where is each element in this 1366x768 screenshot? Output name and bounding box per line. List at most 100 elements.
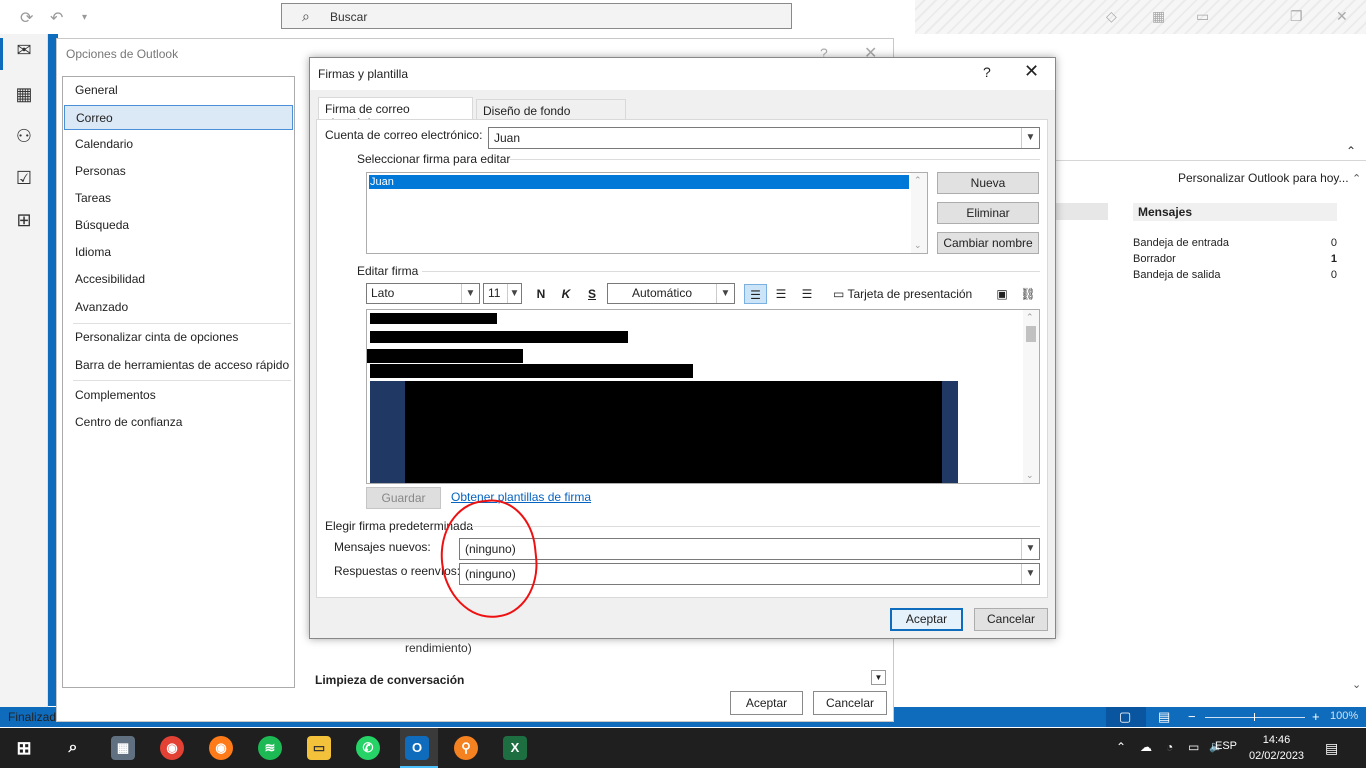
nav-item-busqueda[interactable]: Búsqueda: [64, 213, 293, 238]
nav-separator: [73, 323, 291, 324]
apps-icon[interactable]: ⊞: [10, 210, 38, 238]
quick-access-dropdown-icon[interactable]: ▾: [82, 12, 87, 23]
tab-firma-correo[interactable]: Firma de correo electrónico: [318, 97, 473, 130]
scroll-up-icon[interactable]: ⌃: [1352, 172, 1361, 185]
align-center-icon[interactable]: ☰: [771, 284, 791, 304]
options-ok-button[interactable]: Aceptar: [730, 691, 803, 715]
nav-item-correo[interactable]: Correo: [64, 105, 293, 130]
tasks-icon[interactable]: ☑: [10, 168, 38, 196]
outlook-icon[interactable]: O: [405, 736, 429, 760]
people-icon[interactable]: ⚇: [10, 126, 38, 154]
font-select[interactable]: Lato ▼: [366, 283, 480, 304]
file-explorer-icon[interactable]: ▭: [307, 736, 331, 760]
underline-button[interactable]: S: [583, 284, 601, 304]
search-app-icon[interactable]: ⚲: [454, 736, 478, 760]
new-messages-signature-select[interactable]: (ninguno) ▼: [459, 538, 1040, 560]
nav-item-personalizar-cinta[interactable]: Personalizar cinta de opciones: [64, 325, 293, 350]
nav-item-calendario[interactable]: Calendario: [64, 132, 293, 157]
messages-row-outbox[interactable]: Bandeja de salida 0: [1133, 267, 1337, 283]
editor-scrollbar[interactable]: ⌃ ⌄: [1023, 310, 1039, 483]
options-cancel-button[interactable]: Cancelar: [813, 691, 887, 715]
rename-signature-button[interactable]: Cambiar nombre: [937, 232, 1039, 254]
nav-item-barra-acceso-rapido[interactable]: Barra de herramientas de acceso rápido: [64, 353, 293, 378]
clock[interactable]: 14:46 02/02/2023: [1249, 732, 1304, 764]
nav-item-idioma[interactable]: Idioma: [64, 240, 293, 265]
search-icon[interactable]: ⌕: [61, 736, 85, 760]
signatures-cancel-button[interactable]: Cancelar: [974, 608, 1048, 631]
calculator-icon[interactable]: ▦: [111, 736, 135, 760]
messages-title: Mensajes: [1133, 203, 1337, 221]
scroll-up-icon[interactable]: ⌃: [914, 175, 922, 186]
replies-signature-select[interactable]: (ninguno) ▼: [459, 563, 1040, 585]
align-right-icon[interactable]: ☰: [797, 284, 817, 304]
font-size-select[interactable]: 11 ▼: [483, 283, 522, 304]
scroll-down-icon[interactable]: ⌄: [1352, 678, 1361, 691]
font-color-select[interactable]: Automático ▼: [607, 283, 735, 304]
collapse-ribbon-icon[interactable]: ⌃: [1346, 144, 1356, 158]
chevron-down-icon: ▼: [716, 284, 734, 303]
save-signature-button[interactable]: Guardar: [366, 487, 441, 509]
whatsapp-icon[interactable]: ✆: [356, 736, 380, 760]
messages-row-inbox[interactable]: Bandeja de entrada 0: [1133, 235, 1337, 251]
search-box[interactable]: ⌕ Buscar: [281, 3, 792, 29]
nav-item-general[interactable]: General: [64, 78, 293, 103]
insert-picture-icon[interactable]: ▣: [992, 284, 1012, 304]
zoom-level[interactable]: 100%: [1330, 710, 1358, 722]
insert-hyperlink-icon[interactable]: ⛓: [1018, 284, 1038, 304]
tab-diseno-fondo[interactable]: Diseño de fondo personal: [476, 99, 626, 132]
undo-icon[interactable]: ↶: [50, 8, 63, 28]
nav-item-complementos[interactable]: Complementos: [64, 383, 293, 408]
signatures-ok-button[interactable]: Aceptar: [890, 608, 963, 631]
nav-item-accesibilidad[interactable]: Accesibilidad: [64, 267, 293, 292]
excel-icon[interactable]: X: [503, 736, 527, 760]
delete-signature-button[interactable]: Eliminar: [937, 202, 1039, 224]
scroll-down-icon[interactable]: ⌄: [914, 240, 922, 251]
network-icon[interactable]: ◔: [1166, 740, 1173, 754]
zoom-slider[interactable]: [1205, 717, 1305, 718]
calendar-icon[interactable]: ▦: [10, 84, 38, 112]
zoom-in-icon[interactable]: +: [1312, 709, 1320, 724]
nav-item-tareas[interactable]: Tareas: [64, 186, 293, 211]
account-select[interactable]: Juan ▼: [488, 127, 1040, 149]
zoom-slider-thumb[interactable]: [1254, 713, 1255, 721]
customize-outlook-today-link[interactable]: Personalizar Outlook para hoy...: [1178, 171, 1349, 185]
zoom-out-icon[interactable]: −: [1188, 709, 1196, 724]
spotify-icon[interactable]: ≋: [258, 736, 282, 760]
diamond-icon[interactable]: ◇: [1106, 8, 1117, 25]
close-window-icon[interactable]: ✕: [1336, 8, 1348, 25]
onedrive-icon[interactable]: ☁: [1140, 740, 1152, 754]
list-item[interactable]: Juan: [369, 175, 909, 189]
options-dialog-title: Opciones de Outlook: [66, 47, 179, 61]
signature-list-scrollbar[interactable]: ⌃ ⌄: [911, 173, 927, 253]
signatures-close-icon[interactable]: ✕: [1024, 61, 1039, 82]
nav-item-avanzado[interactable]: Avanzado: [64, 295, 293, 320]
minimize-icon[interactable]: ▭: [1196, 8, 1209, 25]
align-left-icon[interactable]: ☰: [744, 284, 767, 304]
sync-icon[interactable]: ⟳: [20, 8, 33, 28]
bold-button[interactable]: N: [532, 284, 550, 304]
scroll-down-icon[interactable]: ⌄: [1026, 470, 1034, 481]
new-signature-button[interactable]: Nueva: [937, 172, 1039, 194]
notifications-icon[interactable]: ▤: [1325, 740, 1338, 757]
italic-button[interactable]: K: [557, 284, 575, 304]
restore-icon[interactable]: ❐: [1290, 8, 1303, 25]
signature-list[interactable]: Juan ⌃ ⌄: [366, 172, 928, 254]
scroll-up-icon[interactable]: ⌃: [1026, 312, 1034, 323]
mail-icon[interactable]: ✉: [10, 40, 38, 68]
scroll-thumb[interactable]: [1026, 326, 1036, 342]
battery-icon[interactable]: ▭: [1188, 740, 1199, 754]
reading-view-icon[interactable]: ▤: [1158, 709, 1170, 725]
nav-item-personas[interactable]: Personas: [64, 159, 293, 184]
business-card-button[interactable]: ▭ Tarjeta de presentación: [833, 284, 983, 304]
options-scroll-down-icon[interactable]: ▼: [871, 670, 886, 685]
messages-row-drafts[interactable]: Borrador 1: [1133, 251, 1337, 267]
tray-chevron-icon[interactable]: ⌃: [1116, 740, 1126, 754]
signature-editor[interactable]: ⌃ ⌄: [366, 309, 1040, 484]
windows-start-icon[interactable]: ⊞: [12, 736, 36, 760]
chrome-icon[interactable]: ◉: [160, 736, 184, 760]
signatures-help-button[interactable]: ?: [983, 64, 991, 80]
nav-item-centro-confianza[interactable]: Centro de confianza: [64, 410, 293, 435]
firefox-icon[interactable]: ◉: [209, 736, 233, 760]
language-indicator[interactable]: ESP: [1215, 740, 1237, 752]
display-options-icon[interactable]: ▦: [1152, 8, 1165, 25]
